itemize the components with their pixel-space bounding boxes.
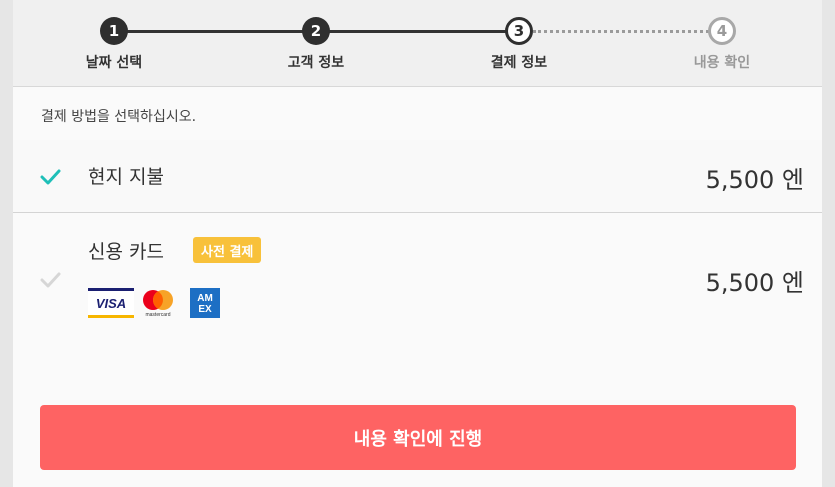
step-3-number: 3: [513, 22, 525, 40]
svg-text:VISA: VISA: [96, 296, 126, 311]
booking-panel: 1 날짜 선택 2 고객 정보 3 결제 정보 4 내용 확인 결제 방법을 선…: [13, 0, 822, 487]
progress-stepper: 1 날짜 선택 2 고객 정보 3 결제 정보 4 내용 확인: [13, 0, 822, 87]
payment-option-credit-card[interactable]: 신용 카드 사전 결제 5,500 엔 VISA mastercard AM E…: [13, 213, 822, 343]
prepayment-badge: 사전 결제: [193, 237, 262, 263]
step-2-circle: 2: [302, 17, 330, 45]
checkmark-icon: [40, 272, 61, 288]
payment-instruction: 결제 방법을 선택하십시오.: [41, 109, 197, 125]
step-1-circle: 1: [100, 17, 128, 45]
svg-text:EX: EX: [198, 304, 212, 315]
step-1-number: 1: [108, 22, 120, 40]
step-4-number: 4: [716, 22, 728, 40]
svg-text:mastercard: mastercard: [145, 312, 170, 318]
amex-icon: AM EX: [190, 288, 220, 318]
payment-option-title: 신용 카드: [88, 241, 164, 263]
step-3-label: 결제 정보: [490, 55, 548, 71]
payment-option-price: 5,500 엔: [705, 166, 804, 194]
step-4-circle: 4: [708, 17, 736, 45]
step-4-label: 내용 확인: [693, 55, 751, 71]
step-2-number: 2: [310, 22, 322, 40]
mastercard-icon: mastercard: [143, 290, 173, 318]
step-2-label: 고객 정보: [287, 55, 345, 71]
checkmark-icon: [40, 169, 61, 185]
stepper-line-pending: [533, 30, 709, 33]
step-1-label: 날짜 선택: [85, 55, 143, 71]
svg-text:AM: AM: [197, 293, 213, 304]
visa-icon: VISA: [88, 288, 134, 318]
proceed-to-confirmation-button[interactable]: 내용 확인에 진행: [40, 405, 796, 470]
payment-option-title: 현지 지불: [88, 166, 164, 188]
payment-option-onsite[interactable]: 현지 지불 5,500 엔: [13, 140, 822, 213]
payment-option-price: 5,500 엔: [705, 269, 804, 297]
step-3-circle: 3: [505, 17, 533, 45]
